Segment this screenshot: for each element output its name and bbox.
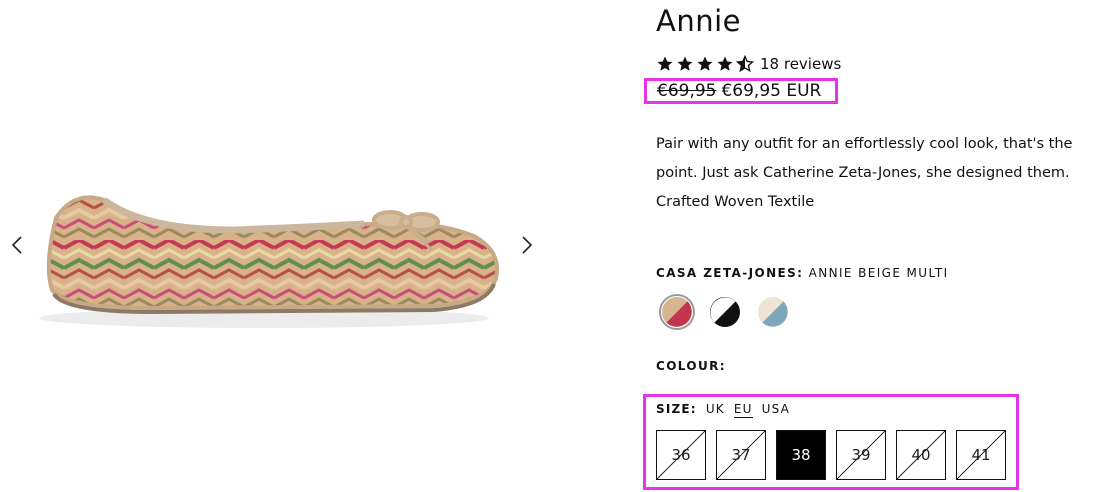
gallery-next-button[interactable] [516,232,538,258]
black-white-swatch-icon [710,297,740,327]
price-block: €69,95 €69,95 EUR [644,78,838,104]
size-option-40[interactable]: 40 [896,430,946,480]
size-value: 37 [731,446,751,464]
variant-key: CASA ZETA-JONES: [656,266,804,280]
half-star-icon [736,55,754,73]
product-description: Pair with any outfit for an effortlessly… [656,130,1091,217]
current-price: €69,95 EUR [721,81,822,101]
star-icon [657,56,673,71]
variant-label: CASA ZETA-JONES: ANNIE BEIGE MULTI [656,266,949,280]
product-rating[interactable]: 18 reviews [656,55,841,73]
star-icon [717,56,733,71]
size-value: 36 [671,446,691,464]
size-unit-uk[interactable]: UK [706,402,725,416]
colour-label: COLOUR: [656,359,727,373]
star-icon [697,56,713,71]
material-text: Crafted Woven Textile [656,194,815,210]
size-header: SIZE: UK EU USA [656,402,790,418]
size-unit-eu[interactable]: EU [733,402,753,418]
beige-red-swatch-icon [662,297,692,327]
product-gallery [0,0,560,492]
cream-blue-swatch-icon [758,297,788,327]
size-label: SIZE: [656,402,697,416]
size-option-37[interactable]: 37 [716,430,766,480]
compare-at-price: €69,95 [657,81,717,101]
reviews-count[interactable]: 18 reviews [760,55,841,73]
chevron-right-icon [522,236,533,254]
colour-swatches [659,294,791,330]
gallery-prev-button[interactable] [6,232,28,258]
swatch-cream-blue[interactable] [755,294,791,330]
product-image [39,195,499,328]
size-value: 40 [911,446,931,464]
size-unit-usa[interactable]: USA [762,402,790,416]
size-selector: SIZE: UK EU USA 36 37 38 39 40 41 [643,394,1019,490]
size-option-41[interactable]: 41 [956,430,1006,480]
description-text: Pair with any outfit for an effortlessly… [656,136,1073,181]
size-value: 38 [791,446,811,464]
swatch-beige-red[interactable] [659,294,695,330]
product-title: Annie [656,4,741,38]
size-value: 41 [971,446,991,464]
swatch-black-white[interactable] [707,294,743,330]
size-option-39[interactable]: 39 [836,430,886,480]
chevron-left-icon [11,236,22,254]
star-icon [677,56,693,71]
size-option-38[interactable]: 38 [776,430,826,480]
variant-value: ANNIE BEIGE MULTI [808,266,949,280]
size-option-36[interactable]: 36 [656,430,706,480]
size-value: 39 [851,446,871,464]
size-options: 36 37 38 39 40 41 [656,430,1006,480]
